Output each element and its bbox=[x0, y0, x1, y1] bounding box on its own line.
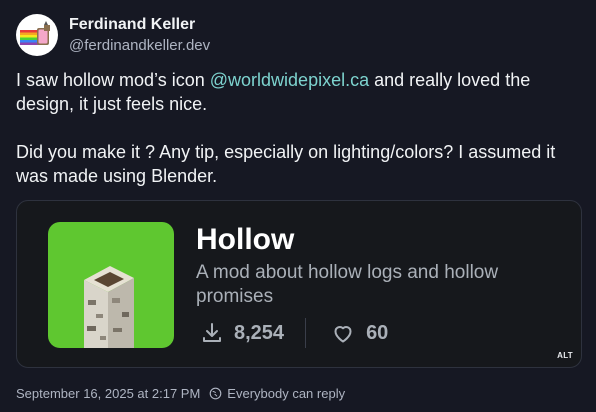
author-handle[interactable]: @ferdinandkeller.dev bbox=[69, 37, 210, 54]
downloads-count: 8,254 bbox=[234, 321, 285, 344]
likes-stat: 60 bbox=[330, 321, 388, 345]
avatar[interactable] bbox=[16, 14, 58, 56]
stat-divider bbox=[305, 318, 307, 348]
alt-badge[interactable]: ALT bbox=[557, 351, 573, 360]
mod-stats: 8,254 60 bbox=[200, 318, 388, 348]
globe-icon bbox=[209, 387, 222, 400]
post-timestamp[interactable]: September 16, 2025 at 2:17 PM bbox=[16, 386, 200, 401]
nyan-cat-avatar-icon bbox=[20, 21, 50, 45]
post-text: I saw hollow mod’s icon @worldwidepixel.… bbox=[16, 68, 576, 188]
hollow-log-icon bbox=[84, 266, 134, 348]
mod-icon bbox=[48, 222, 174, 348]
likes-count: 60 bbox=[366, 321, 389, 344]
post-paragraph-1: I saw hollow mod’s icon @worldwidepixel.… bbox=[16, 68, 576, 116]
mod-title: Hollow bbox=[196, 223, 295, 256]
mod-description: A mod about hollow logs and hollow promi… bbox=[196, 262, 499, 307]
post-paragraph-2: Did you make it ? Any tip, especially on… bbox=[16, 142, 556, 186]
downloads-stat: 8,254 bbox=[200, 321, 284, 345]
heart-icon bbox=[334, 326, 352, 343]
mention-link[interactable]: @worldwidepixel.ca bbox=[210, 70, 369, 90]
post-text-before-mention: I saw hollow mod’s icon bbox=[16, 70, 210, 90]
download-icon bbox=[203, 323, 221, 342]
post-footer: September 16, 2025 at 2:17 PM Everybody … bbox=[16, 386, 345, 401]
mod-card[interactable]: Hollow A mod about hollow logs and hollo… bbox=[16, 200, 582, 368]
reply-setting[interactable]: Everybody can reply bbox=[227, 386, 345, 401]
author-name[interactable]: Ferdinand Keller bbox=[69, 16, 195, 34]
